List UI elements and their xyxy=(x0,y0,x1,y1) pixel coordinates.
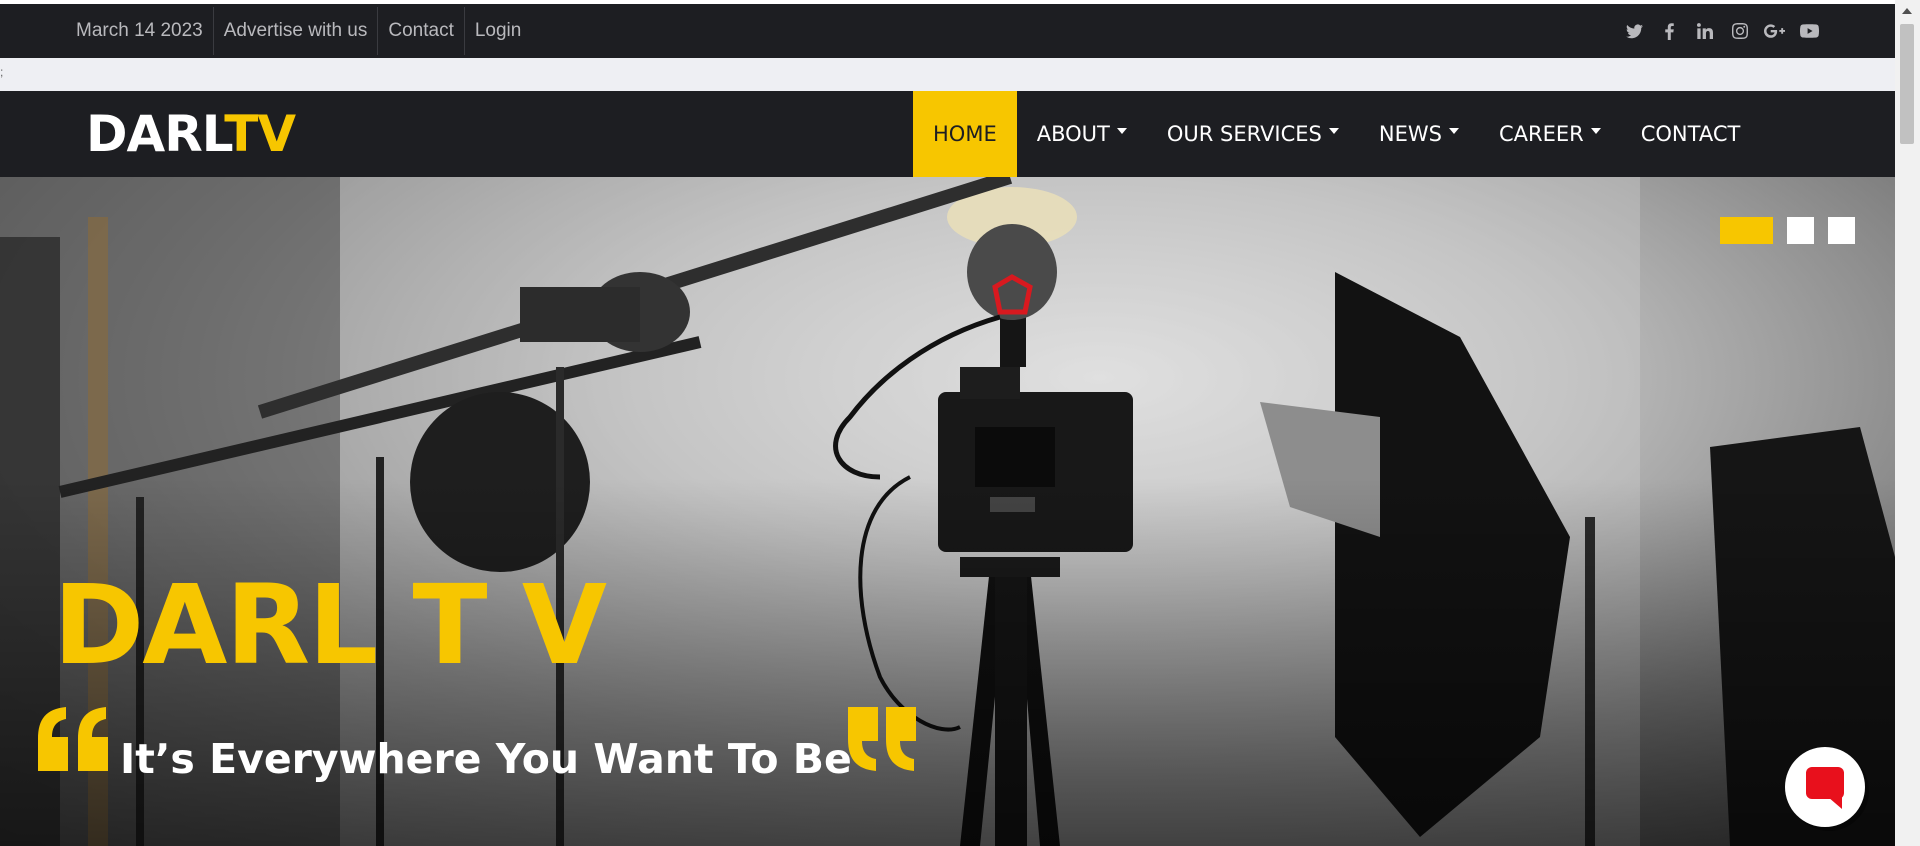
hero-title: DARL T V xyxy=(53,561,607,689)
twitter-icon[interactable] xyxy=(1617,4,1652,58)
nav-news[interactable]: NEWS xyxy=(1359,91,1479,177)
page: March 14 2023 Advertise with us Contact … xyxy=(0,0,1895,846)
nav-contact[interactable]: CONTACT xyxy=(1621,91,1761,177)
slide-indicators xyxy=(1720,217,1855,244)
contact-link[interactable]: Contact xyxy=(377,7,463,55)
scroll-up-arrow-icon[interactable] xyxy=(1902,8,1912,14)
google-plus-icon[interactable] xyxy=(1757,4,1792,58)
logo-text-tv: TV xyxy=(224,105,296,163)
slide-indicator-2[interactable] xyxy=(1787,217,1814,244)
facebook-icon[interactable] xyxy=(1652,4,1687,58)
nav-career[interactable]: CAREER xyxy=(1479,91,1621,177)
page-scrollbar[interactable] xyxy=(1895,0,1920,846)
nav-career-label: CAREER xyxy=(1498,122,1584,146)
nav-home-label: HOME xyxy=(933,122,997,146)
top-bar: March 14 2023 Advertise with us Contact … xyxy=(0,4,1895,58)
nav-home[interactable]: HOME xyxy=(913,91,1017,177)
caret-down-icon xyxy=(1328,128,1339,134)
advertise-link[interactable]: Advertise with us xyxy=(212,7,378,55)
slide-indicator-1[interactable] xyxy=(1720,217,1773,244)
nav-news-label: NEWS xyxy=(1378,122,1442,146)
caret-down-icon xyxy=(1116,128,1127,134)
youtube-icon[interactable] xyxy=(1792,4,1827,58)
nav-our-services[interactable]: OUR SERVICES xyxy=(1147,91,1359,177)
current-date: March 14 2023 xyxy=(76,20,203,41)
hero-tagline: It’s Everywhere You Want To Be xyxy=(120,735,852,783)
nav-our-services-label: OUR SERVICES xyxy=(1166,122,1322,146)
notice-text: ; xyxy=(0,65,4,79)
quote-open-icon xyxy=(38,707,108,771)
main-menu: HOME ABOUT OUR SERVICES NEWS CAREER CONT… xyxy=(913,91,1760,177)
nav-contact-label: CONTACT xyxy=(1640,122,1741,146)
quote-close-icon xyxy=(848,707,916,771)
instagram-icon[interactable] xyxy=(1722,4,1757,58)
site-logo[interactable]: DARLTV xyxy=(86,105,296,163)
nav-about[interactable]: ABOUT xyxy=(1017,91,1147,177)
social-links xyxy=(1617,4,1827,58)
scrollbar-thumb[interactable] xyxy=(1900,24,1914,144)
chat-bubble-icon xyxy=(1806,767,1844,809)
main-navbar: DARLTV HOME ABOUT OUR SERVICES NEWS CARE… xyxy=(0,91,1895,177)
caret-down-icon xyxy=(1448,128,1459,134)
nav-about-label: ABOUT xyxy=(1036,122,1110,146)
slide-indicator-3[interactable] xyxy=(1828,217,1855,244)
linkedin-icon[interactable] xyxy=(1687,4,1722,58)
caret-down-icon xyxy=(1590,128,1601,134)
notice-strip: ; xyxy=(0,58,1895,91)
logo-text-darl: DARL xyxy=(86,105,225,163)
login-link[interactable]: Login xyxy=(463,7,532,55)
chat-button[interactable] xyxy=(1785,747,1865,827)
hero-banner: DARL T V It’s Everywhere You Want To Be xyxy=(0,177,1895,846)
top-bar-links: March 14 2023 Advertise with us Contact … xyxy=(66,4,531,58)
